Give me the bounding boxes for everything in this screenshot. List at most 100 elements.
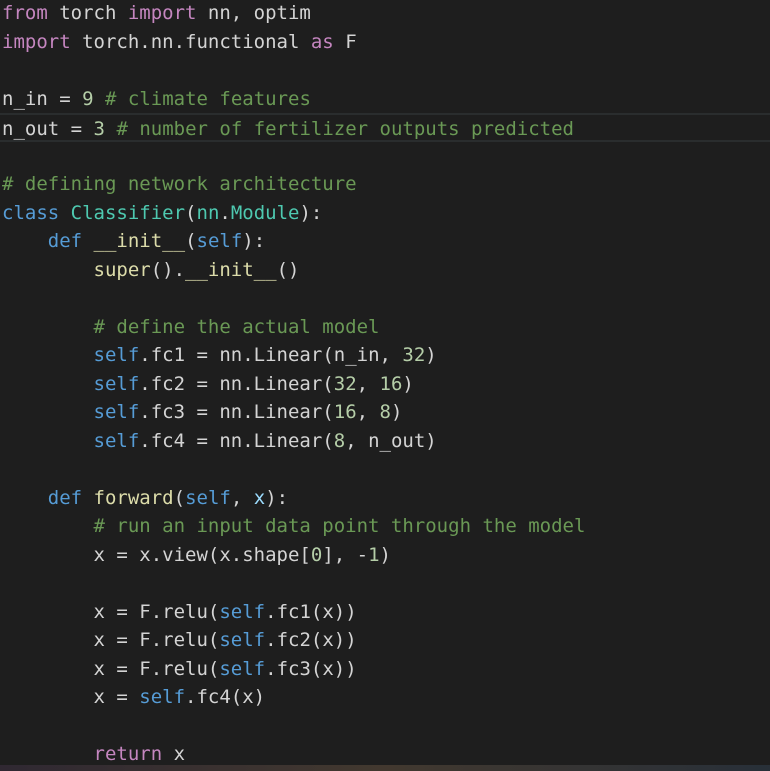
code-token-func: __init__ (185, 258, 277, 281)
code-token-plain: , (356, 372, 380, 395)
code-token-plain: ): (265, 486, 289, 509)
code-line[interactable]: self.fc1 = nn.Linear(n_in, 32) (0, 341, 770, 370)
code-line[interactable] (0, 284, 770, 313)
code-line[interactable]: self.fc4 = nn.Linear(8, n_out) (0, 427, 770, 456)
code-editor[interactable]: from torch import nn, optim import torch.… (0, 0, 770, 771)
code-token-plain: .fc2(x)) (265, 629, 357, 651)
code-token-keyword: from (2, 2, 48, 24)
code-line[interactable] (0, 142, 770, 171)
code-token-class: Module (230, 201, 300, 224)
code-line[interactable]: x = x.view(x.shape[0], -1) (0, 541, 770, 570)
code-line[interactable]: x = F.relu(self.fc3(x)) (0, 655, 770, 684)
code-token-number: 3 (93, 118, 105, 140)
code-token-plain: n_in (2, 87, 48, 110)
code-token-keyword: import (127, 2, 197, 24)
code-token-comment: # defining network architecture (2, 173, 357, 195)
code-token-plain: Linear (253, 344, 323, 366)
code-token-plain: (). (150, 258, 186, 281)
code-token-number: 32 (402, 344, 426, 366)
code-token-plain: x = F.relu( (93, 657, 220, 680)
code-token-storage: class (2, 201, 60, 224)
code-token-plain: , (230, 486, 254, 509)
code-token-plain: (n_in, (322, 344, 403, 366)
code-line[interactable]: n_in = 9 # climate features (0, 85, 770, 114)
code-token-plain: .fc4(x) (185, 686, 266, 708)
code-token-keyword: return (93, 743, 163, 765)
code-line[interactable]: x = F.relu(self.fc2(x)) (0, 626, 770, 655)
code-token-comment: # climate features (105, 87, 311, 110)
code-token-plain: ) (402, 372, 414, 395)
code-line[interactable]: class Classifier(nn.Module): (0, 199, 770, 228)
code-token-number: 32 (333, 372, 357, 395)
code-line[interactable]: self.fc2 = nn.Linear(32, 16) (0, 370, 770, 399)
code-line[interactable]: import torch.nn.functional as F (0, 28, 770, 57)
code-token-class: Classifier (70, 201, 186, 224)
code-token-param: x (253, 486, 266, 509)
code-token-plain: x = F.relu( (93, 629, 220, 651)
code-token-plain: .fc3(x)) (265, 657, 357, 680)
code-line[interactable]: # define the actual model (0, 313, 770, 342)
code-line[interactable] (0, 56, 770, 85)
code-line[interactable]: def __init__(self): (0, 227, 770, 256)
code-token-keyword: import (2, 30, 71, 53)
code-line[interactable]: super().__init__() (0, 256, 770, 285)
code-token-self: self (219, 657, 266, 680)
code-token-plain: .fc4 = nn.Linear( (139, 429, 334, 452)
code-token-func: super (93, 258, 151, 281)
code-token-number: 8 (379, 401, 391, 423)
code-token-plain: .fc2 = nn.Linear( (139, 372, 334, 395)
code-line[interactable]: self.fc3 = nn.Linear(16, 8) (0, 398, 770, 427)
code-token-func: __init__ (93, 230, 186, 252)
code-line[interactable]: def forward(self, x): (0, 484, 770, 513)
code-token-comment: # define the actual model (93, 315, 380, 338)
code-line[interactable]: x = self.fc4(x) (0, 683, 770, 712)
code-token-plain: x = (93, 686, 140, 708)
code-token-self: self (93, 401, 140, 423)
code-token-self: self (93, 372, 140, 395)
code-token-plain: ) (425, 344, 437, 366)
code-token-plain: .fc3 = nn.Linear( (139, 401, 334, 423)
code-line[interactable]: x = F.relu(self.fc1(x)) (0, 598, 770, 627)
code-token-plain: .fc1 = nn. (139, 344, 254, 366)
code-token-self: self (219, 600, 266, 623)
code-line[interactable]: # defining network architecture (0, 170, 770, 199)
code-token-plain: () (276, 258, 300, 281)
code-line[interactable] (0, 455, 770, 484)
code-line[interactable]: # run an input data point through the mo… (0, 512, 770, 541)
code-line[interactable]: from torch import nn, optim (0, 0, 770, 28)
code-token-number: 16 (379, 372, 403, 395)
code-token-self: self (93, 429, 140, 452)
code-token-plain: ( (185, 201, 197, 224)
code-token-plain: ], - (322, 543, 369, 566)
code-line[interactable] (0, 569, 770, 598)
code-line[interactable] (0, 712, 770, 741)
code-token-self: self (139, 686, 186, 708)
code-token-plain: ( (173, 486, 186, 509)
code-token-plain: = (59, 118, 94, 140)
code-token-keyword: as (310, 30, 334, 53)
code-token-number: 0 (310, 543, 323, 566)
code-token-plain: x = F.relu( (93, 600, 220, 623)
code-token-number: 8 (333, 429, 346, 452)
code-token-plain: , n_out) (345, 429, 437, 452)
code-token-plain: ) (390, 401, 403, 423)
code-token-plain: torch.nn.functional (70, 30, 311, 53)
code-line[interactable]: n_out = 3 # number of fertilizer outputs… (0, 113, 770, 142)
code-token-plain: ): (242, 230, 266, 252)
